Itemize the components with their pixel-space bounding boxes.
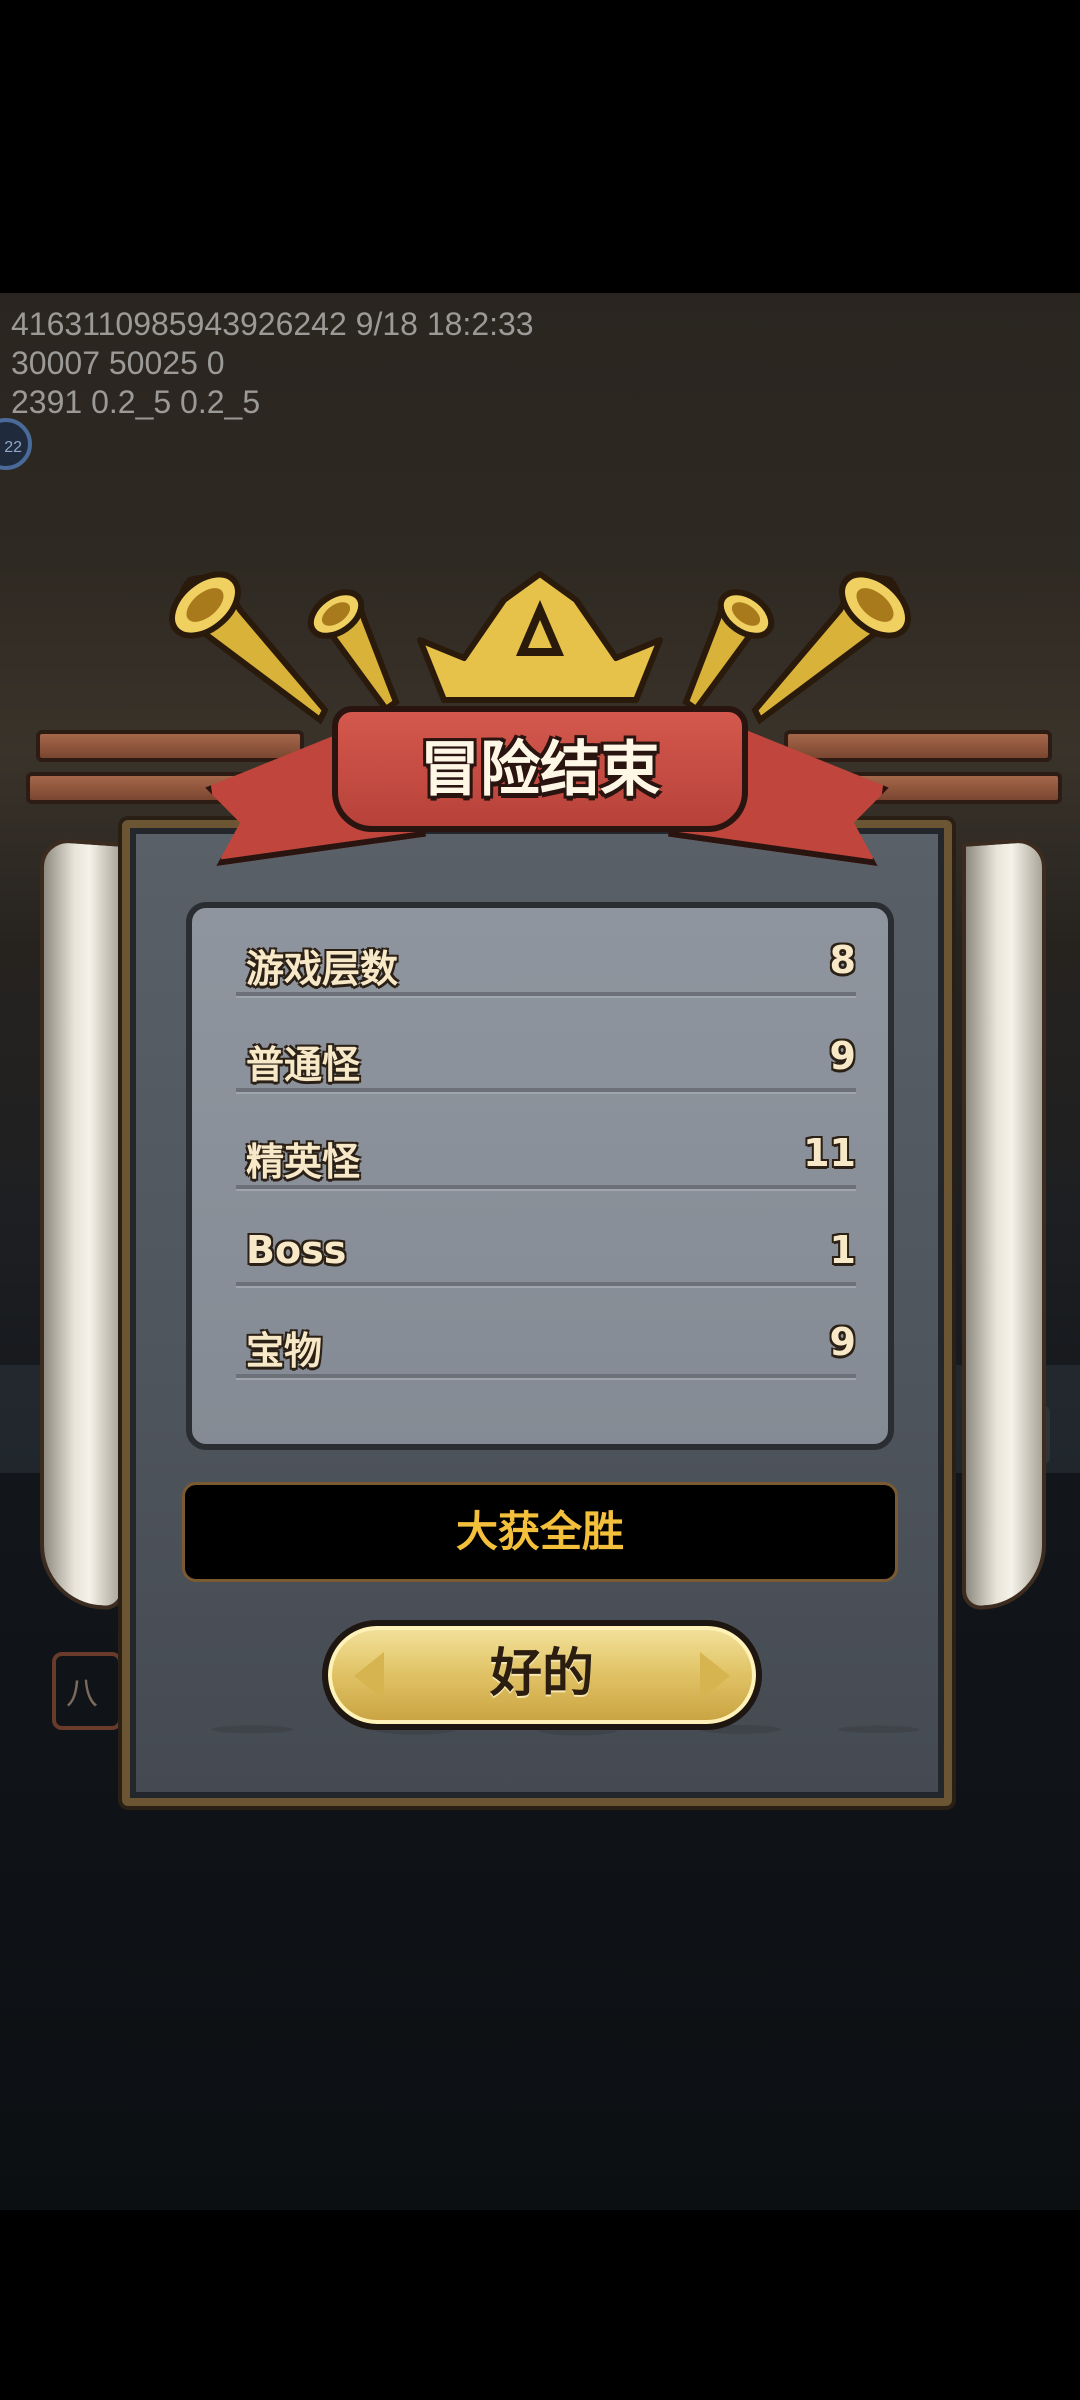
stat-row-treasure: 宝物 9	[236, 1290, 856, 1380]
row-divider	[236, 1374, 856, 1380]
crown-icon	[417, 571, 663, 703]
stats-panel: 游戏层数 8 普通怪 9 精英怪 11 Boss 1 宝物 9	[186, 902, 894, 1450]
right-curtain	[962, 837, 1046, 1611]
debug-line-3: 2391 0.2_5 0.2_5	[11, 384, 261, 420]
debug-line-2: 30007 50025 0	[11, 345, 225, 381]
stat-row-normal-monsters: 普通怪 9	[236, 1004, 856, 1094]
stat-row-elite-monsters: 精英怪 11	[236, 1101, 856, 1191]
chevron-right-icon	[700, 1652, 730, 1700]
result-banner: 大获全胜	[182, 1482, 898, 1582]
stat-value: 1	[829, 1228, 856, 1272]
stat-value: 8	[829, 938, 856, 982]
ok-button-label: 好的	[489, 1644, 594, 1704]
stat-label: 宝物	[246, 1329, 323, 1373]
background-tag: 八	[52, 1652, 122, 1730]
stat-label: 游戏层数	[246, 947, 399, 991]
stat-value: 11	[803, 1131, 856, 1175]
debug-line-1: 4163110985943926242 9/18 18:2:33	[11, 306, 534, 342]
row-divider	[236, 1185, 856, 1191]
left-curtain	[40, 837, 124, 1611]
right-plank	[784, 730, 1052, 762]
horn-icon	[307, 589, 400, 714]
row-divider	[236, 1088, 856, 1094]
stat-label: 精英怪	[246, 1140, 361, 1184]
row-divider	[236, 992, 856, 998]
stat-row-floors: 游戏层数 8	[236, 908, 856, 998]
ok-button[interactable]: 好的	[322, 1620, 762, 1730]
stat-label: 普通怪	[246, 1043, 361, 1087]
stat-value: 9	[829, 1034, 856, 1078]
stat-value: 9	[829, 1320, 856, 1364]
horn-icon	[751, 571, 911, 725]
row-divider	[236, 1282, 856, 1288]
left-plank	[36, 730, 304, 762]
chevron-left-icon	[354, 1652, 384, 1700]
dialog-title: 冒险结束	[332, 706, 748, 832]
stat-row-boss: Boss 1	[236, 1198, 856, 1288]
stat-label: Boss	[246, 1228, 347, 1272]
